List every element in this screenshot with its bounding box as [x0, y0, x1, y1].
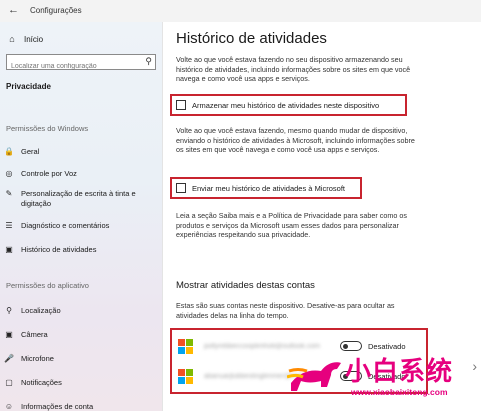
pen-icon: ✎	[5, 189, 13, 198]
home-icon: ⌂	[9, 34, 15, 44]
microsoft-logo-icon	[178, 369, 193, 384]
search-icon[interactable]: ⚲	[145, 56, 152, 67]
search-input[interactable]	[7, 59, 137, 74]
watermark: 小白系统 www.xiaobaixitong.com	[287, 349, 477, 407]
sidebar-item-home[interactable]: ⌂ Início	[6, 32, 43, 46]
notifications-icon: ▢	[5, 378, 13, 387]
camera-icon: ▣	[5, 330, 13, 339]
sidebar-item-account-info[interactable]: ☺ Informações de conta	[4, 402, 159, 411]
sidebar-item-label: Início	[24, 34, 44, 44]
window-title: Configurações	[30, 6, 82, 15]
sidebar-item-microphone[interactable]: 🎤 Microfone	[4, 354, 159, 364]
page-title: Histórico de atividades	[176, 30, 327, 47]
sidebar-item-inking[interactable]: ✎ Personalização de escrita à tinta e di…	[4, 189, 159, 209]
privacy-text: Leia a seção Saiba mais e a Política de …	[176, 211, 407, 239]
sidebar-item-general[interactable]: 🔒 Geral	[4, 147, 159, 157]
send-history-text: Volte ao que você estava fazendo, mesmo …	[176, 126, 415, 154]
watermark-brand: 小白系统	[345, 357, 454, 387]
back-arrow-icon[interactable]: ←	[8, 4, 19, 16]
window-titlebar: ← Configurações	[0, 0, 481, 22]
diagnostics-icon: ☰	[5, 221, 13, 230]
sidebar-item-diagnostics[interactable]: ☰ Diagnóstico e comentários	[4, 221, 159, 231]
send-history-checkbox[interactable]: Enviar meu histórico de atividades à Mic…	[176, 183, 345, 193]
sidebar-item-notifications[interactable]: ▢ Notificações	[4, 378, 159, 388]
sidebar-section-title: Privacidade	[6, 82, 51, 91]
sidebar-item-camera[interactable]: ▣ Câmera	[4, 330, 159, 340]
search-box[interactable]: ⚲	[6, 54, 156, 74]
voice-icon: ◎	[5, 169, 13, 178]
sidebar-item-location[interactable]: ⚲ Localização	[4, 306, 159, 316]
intro-text: Volte ao que você estava fazendo no seu …	[176, 55, 411, 83]
store-history-checkbox[interactable]: Armazenar meu histórico de atividades ne…	[176, 100, 379, 110]
group-label-apps: Permissões do aplicativo	[6, 281, 89, 290]
checkbox-label: Armazenar meu histórico de atividades ne…	[192, 100, 380, 110]
accounts-description: Estas são suas contas neste dispositivo.…	[176, 301, 395, 320]
watermark-url: www.xiaobaixitong.com	[351, 387, 448, 397]
microphone-icon: 🎤	[4, 354, 14, 363]
checkbox[interactable]	[176, 183, 186, 193]
group-label-windows: Permissões do Windows	[6, 124, 89, 133]
sidebar-item-voice[interactable]: ◎ Controle por Voz	[4, 169, 159, 179]
checkbox[interactable]	[176, 100, 186, 110]
sidebar-item-activity-history[interactable]: ▣ Histórico de atividades	[4, 245, 159, 255]
horse-logo-icon	[287, 362, 341, 391]
accounts-section-title: Mostrar atividades destas contas	[176, 280, 315, 291]
account-info-icon: ☺	[4, 402, 14, 411]
location-icon: ⚲	[6, 306, 12, 315]
sidebar: ⌂ Início ⚲ Privacidade Permissões do Win…	[0, 22, 163, 411]
history-icon: ▣	[5, 245, 13, 254]
microsoft-logo-icon	[178, 339, 193, 354]
lock-icon: 🔒	[4, 147, 14, 156]
checkbox-label: Enviar meu histórico de atividades à Mic…	[192, 183, 345, 193]
